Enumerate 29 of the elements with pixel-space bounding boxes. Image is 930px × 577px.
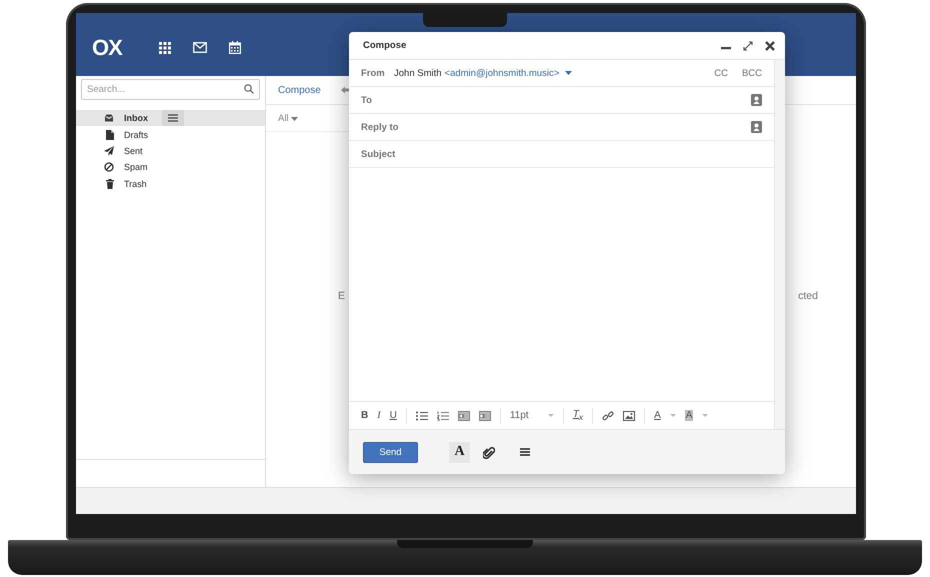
filter-dropdown[interactable]: All: [278, 112, 298, 124]
input-field[interactable]: Reply to: [349, 114, 774, 141]
send-button[interactable]: Send: [363, 442, 418, 462]
background-color-button[interactable]: A: [684, 410, 694, 421]
clear-formatting-button[interactable]: T$_{x}$: [572, 409, 584, 422]
cc-link[interactable]: CC: [714, 68, 728, 78]
compose-link[interactable]: Compose: [278, 84, 321, 96]
folder-item[interactable]: Inbox: [76, 110, 265, 126]
sender-address[interactable]: <admin@johnsmith.music>: [444, 68, 560, 78]
folder-item[interactable]: Spam: [76, 159, 265, 176]
format-button[interactable]: U: [390, 410, 397, 421]
sender-name: John Smith: [394, 68, 442, 78]
input-field[interactable]: Subject: [349, 141, 774, 168]
format-button[interactable]: B: [361, 410, 368, 421]
logo: OX: [92, 34, 124, 60]
text-color-button[interactable]: A: [654, 410, 661, 421]
font-size-dropdown[interactable]: 11pt: [510, 410, 554, 421]
folder-item[interactable]: Trash: [76, 176, 265, 192]
format-button[interactable]: I: [377, 410, 381, 421]
formatting-toggle-button[interactable]: A: [449, 442, 470, 462]
bcc-link[interactable]: BCC: [742, 68, 762, 78]
empty-message-text: E: [338, 290, 346, 302]
search-field[interactable]: Search...: [81, 79, 260, 100]
folder-item[interactable]: Sent: [76, 142, 265, 160]
field-label: From: [361, 68, 386, 78]
empty-message-text: cted: [798, 290, 818, 302]
folder-item[interactable]: Drafts: [76, 126, 265, 143]
window-title: Compose: [363, 40, 406, 51]
input-field[interactable]: To: [349, 87, 774, 114]
